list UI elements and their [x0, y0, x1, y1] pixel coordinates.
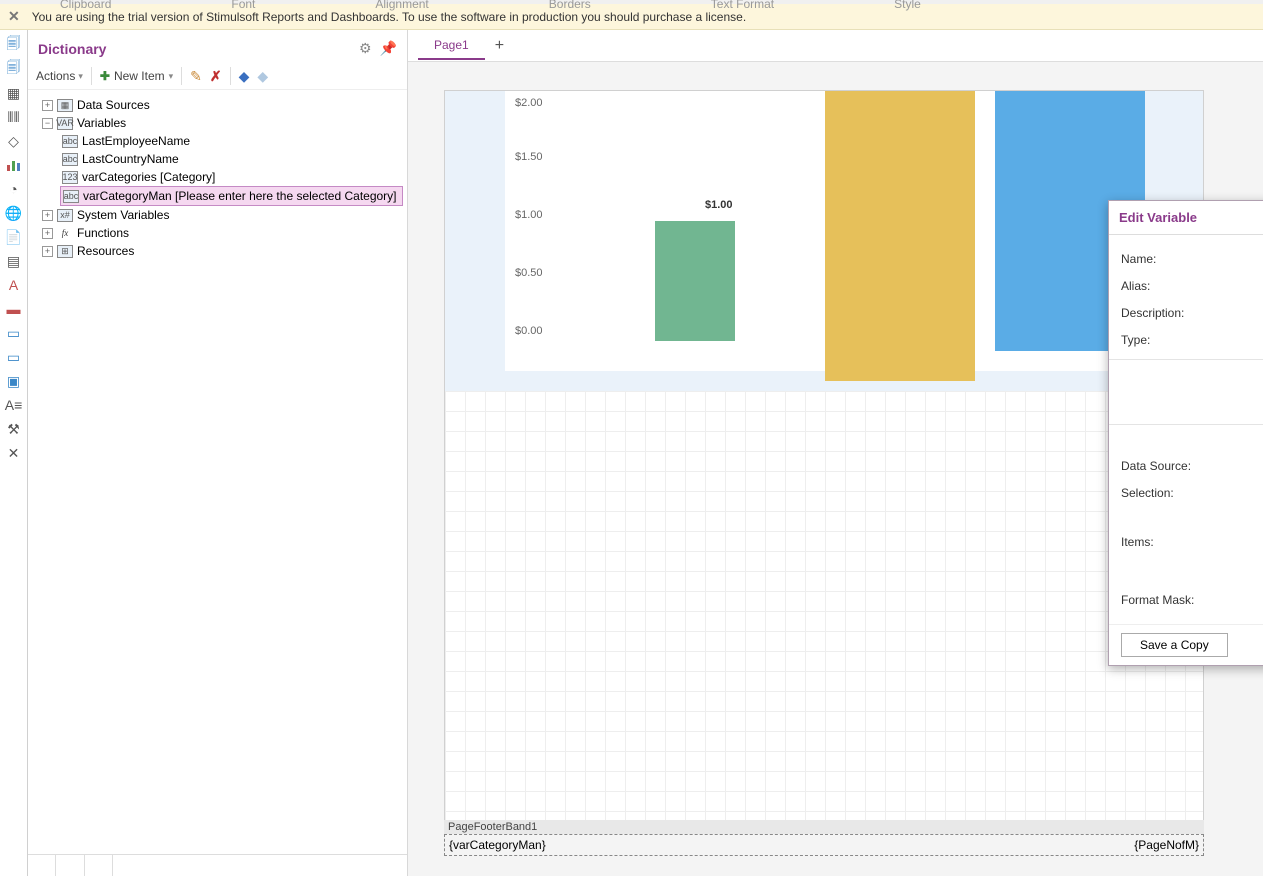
label-description: Description: — [1121, 306, 1263, 320]
axis-hover-label: $1.00 — [705, 199, 733, 211]
move-up-icon[interactable]: ◆ — [239, 68, 250, 85]
tree-node-system-variables[interactable]: + x# System Variables — [40, 206, 403, 224]
add-page-icon[interactable]: + — [495, 37, 504, 55]
dialog-title: Edit Variable — [1119, 210, 1263, 225]
text-icon[interactable]: A≡ — [5, 396, 23, 414]
expand-icon[interactable]: + — [42, 228, 53, 239]
design-canvas: Page1 + $2.00 $1.50 $1.00 $0.50 $0.00 $1… — [408, 30, 1263, 876]
doc-icon[interactable]: ▤ — [5, 252, 23, 270]
expand-icon[interactable]: + — [42, 100, 53, 111]
chart-plot: $2.00 $1.50 $1.00 $0.50 $0.00 $1.00 — [505, 91, 1145, 371]
expand-icon[interactable]: + — [42, 246, 53, 257]
ribbon-groups: Clipboard Font Alignment Borders Text Fo… — [0, 0, 1263, 4]
move-down-icon[interactable]: ◆ — [257, 68, 268, 85]
page-tabs: Page1 + — [408, 30, 1263, 62]
tab-page1[interactable]: Page1 — [418, 32, 485, 60]
chart-band[interactable]: $2.00 $1.50 $1.00 $0.50 $0.00 $1.00 — [445, 91, 1203, 391]
pin-icon[interactable]: 📌 — [380, 40, 397, 57]
tree-node-variable[interactable]: 123 varCategories [Category] — [60, 168, 403, 186]
tree-node-data-sources[interactable]: + ▦ Data Sources — [40, 96, 403, 114]
label-name: Name: — [1121, 252, 1263, 266]
panel-icon[interactable]: ▭ — [5, 324, 23, 342]
doc-icon[interactable]: A — [5, 276, 23, 294]
tree-node-resources[interactable]: + ⊞ Resources — [40, 242, 403, 260]
expand-icon[interactable]: + — [42, 210, 53, 221]
gauge-icon[interactable]: ◔ — [5, 180, 23, 198]
chart-bar — [825, 91, 975, 381]
label-type: Type: — [1121, 333, 1263, 347]
label-format-mask: Format Mask: — [1121, 593, 1263, 607]
panel-icon[interactable]: ▭ — [5, 348, 23, 366]
label-items: Items: — [1121, 509, 1263, 549]
new-item-menu[interactable]: ✚New Item▾ — [100, 69, 173, 83]
panel-icon[interactable]: ▣ — [5, 372, 23, 390]
tool-icon[interactable]: 🗐 — [5, 60, 23, 78]
dictionary-title: Dictionary — [38, 41, 351, 57]
tree-node-variable-selected[interactable]: abc varCategoryMan [Please enter here th… — [60, 186, 403, 206]
abc-icon: abc — [62, 153, 78, 166]
collapse-icon[interactable]: − — [42, 118, 53, 129]
page-footer-band[interactable]: PageFooterBand1 {varCategoryMan} {PageNo… — [444, 820, 1204, 860]
barcode-icon[interactable]: ⦀⦀ — [5, 108, 23, 126]
edit-icon[interactable]: ✎ — [190, 68, 202, 85]
footer-right-expr: {PageNofM} — [1134, 838, 1199, 852]
label-alias: Alias: — [1121, 279, 1263, 293]
settings-icon[interactable]: ✕ — [5, 444, 23, 462]
delete-icon[interactable]: ✗ — [210, 68, 222, 85]
bottom-tab[interactable] — [85, 855, 113, 876]
num-icon: 123 — [62, 171, 78, 184]
label-selection: Selection: — [1121, 486, 1263, 500]
dictionary-bottom-tabs — [28, 854, 407, 876]
footer-content[interactable]: {varCategoryMan} {PageNofM} — [444, 834, 1204, 856]
trial-text: You are using the trial version of Stimu… — [32, 10, 746, 24]
dictionary-toolbar: Actions▾ ✚New Item▾ ✎ ✗ ◆ ◆ — [28, 63, 407, 90]
save-copy-button[interactable]: Save a Copy — [1121, 633, 1228, 657]
doc-icon[interactable]: 📄 — [5, 228, 23, 246]
chart-bar — [655, 221, 735, 341]
tree-node-variables[interactable]: − VAR Variables — [40, 114, 403, 132]
actions-menu[interactable]: Actions▾ — [36, 69, 83, 83]
bottom-tab[interactable] — [56, 855, 84, 876]
globe-icon[interactable]: 🌐 — [5, 204, 23, 222]
trial-banner: ✕ You are using the trial version of Sti… — [0, 4, 1263, 30]
doc-icon[interactable]: ▬ — [5, 300, 23, 318]
label-data-source: Data Source: — [1121, 459, 1263, 473]
resources-icon: ⊞ — [57, 245, 73, 258]
tool-icon[interactable]: ⚒ — [5, 420, 23, 438]
gear-icon[interactable]: ⚙ — [359, 40, 372, 57]
edit-variable-dialog: Edit Variable ? ✕ Name: Alias: Descripti… — [1108, 200, 1263, 666]
left-toolbar: 🗐 🗐 ▦ ⦀⦀ ◇ ◔ 🌐 📄 ▤ A ▬ ▭ ▭ ▣ A≡ ⚒ ✕ — [0, 30, 28, 876]
datasource-icon: ▦ — [57, 99, 73, 112]
variables-icon: VAR — [57, 117, 73, 130]
chart-icon[interactable] — [5, 156, 23, 174]
abc-icon: abc — [63, 190, 79, 203]
tool-icon[interactable]: 🗐 — [5, 36, 23, 54]
page-body[interactable]: $2.00 $1.50 $1.00 $0.50 $0.00 $1.00 — [444, 90, 1204, 830]
dictionary-tree: + ▦ Data Sources − VAR Variables abc Las… — [28, 90, 407, 266]
tree-node-functions[interactable]: + fx Functions — [40, 224, 403, 242]
close-icon[interactable]: ✕ — [8, 8, 20, 25]
band-name: PageFooterBand1 — [444, 820, 1204, 834]
footer-left-expr: {varCategoryMan} — [449, 838, 546, 852]
tree-node-variable[interactable]: abc LastEmployeeName — [60, 132, 403, 150]
bottom-tab[interactable] — [28, 855, 56, 876]
dictionary-panel: Dictionary ⚙ 📌 Actions▾ ✚New Item▾ ✎ ✗ ◆… — [28, 30, 408, 876]
fx-icon: fx — [57, 227, 73, 240]
tree-node-variable[interactable]: abc LastCountryName — [60, 150, 403, 168]
sysvar-icon: x# — [57, 209, 73, 222]
abc-icon: abc — [62, 135, 78, 148]
shape-icon[interactable]: ◇ — [5, 132, 23, 150]
tool-icon[interactable]: ▦ — [5, 84, 23, 102]
